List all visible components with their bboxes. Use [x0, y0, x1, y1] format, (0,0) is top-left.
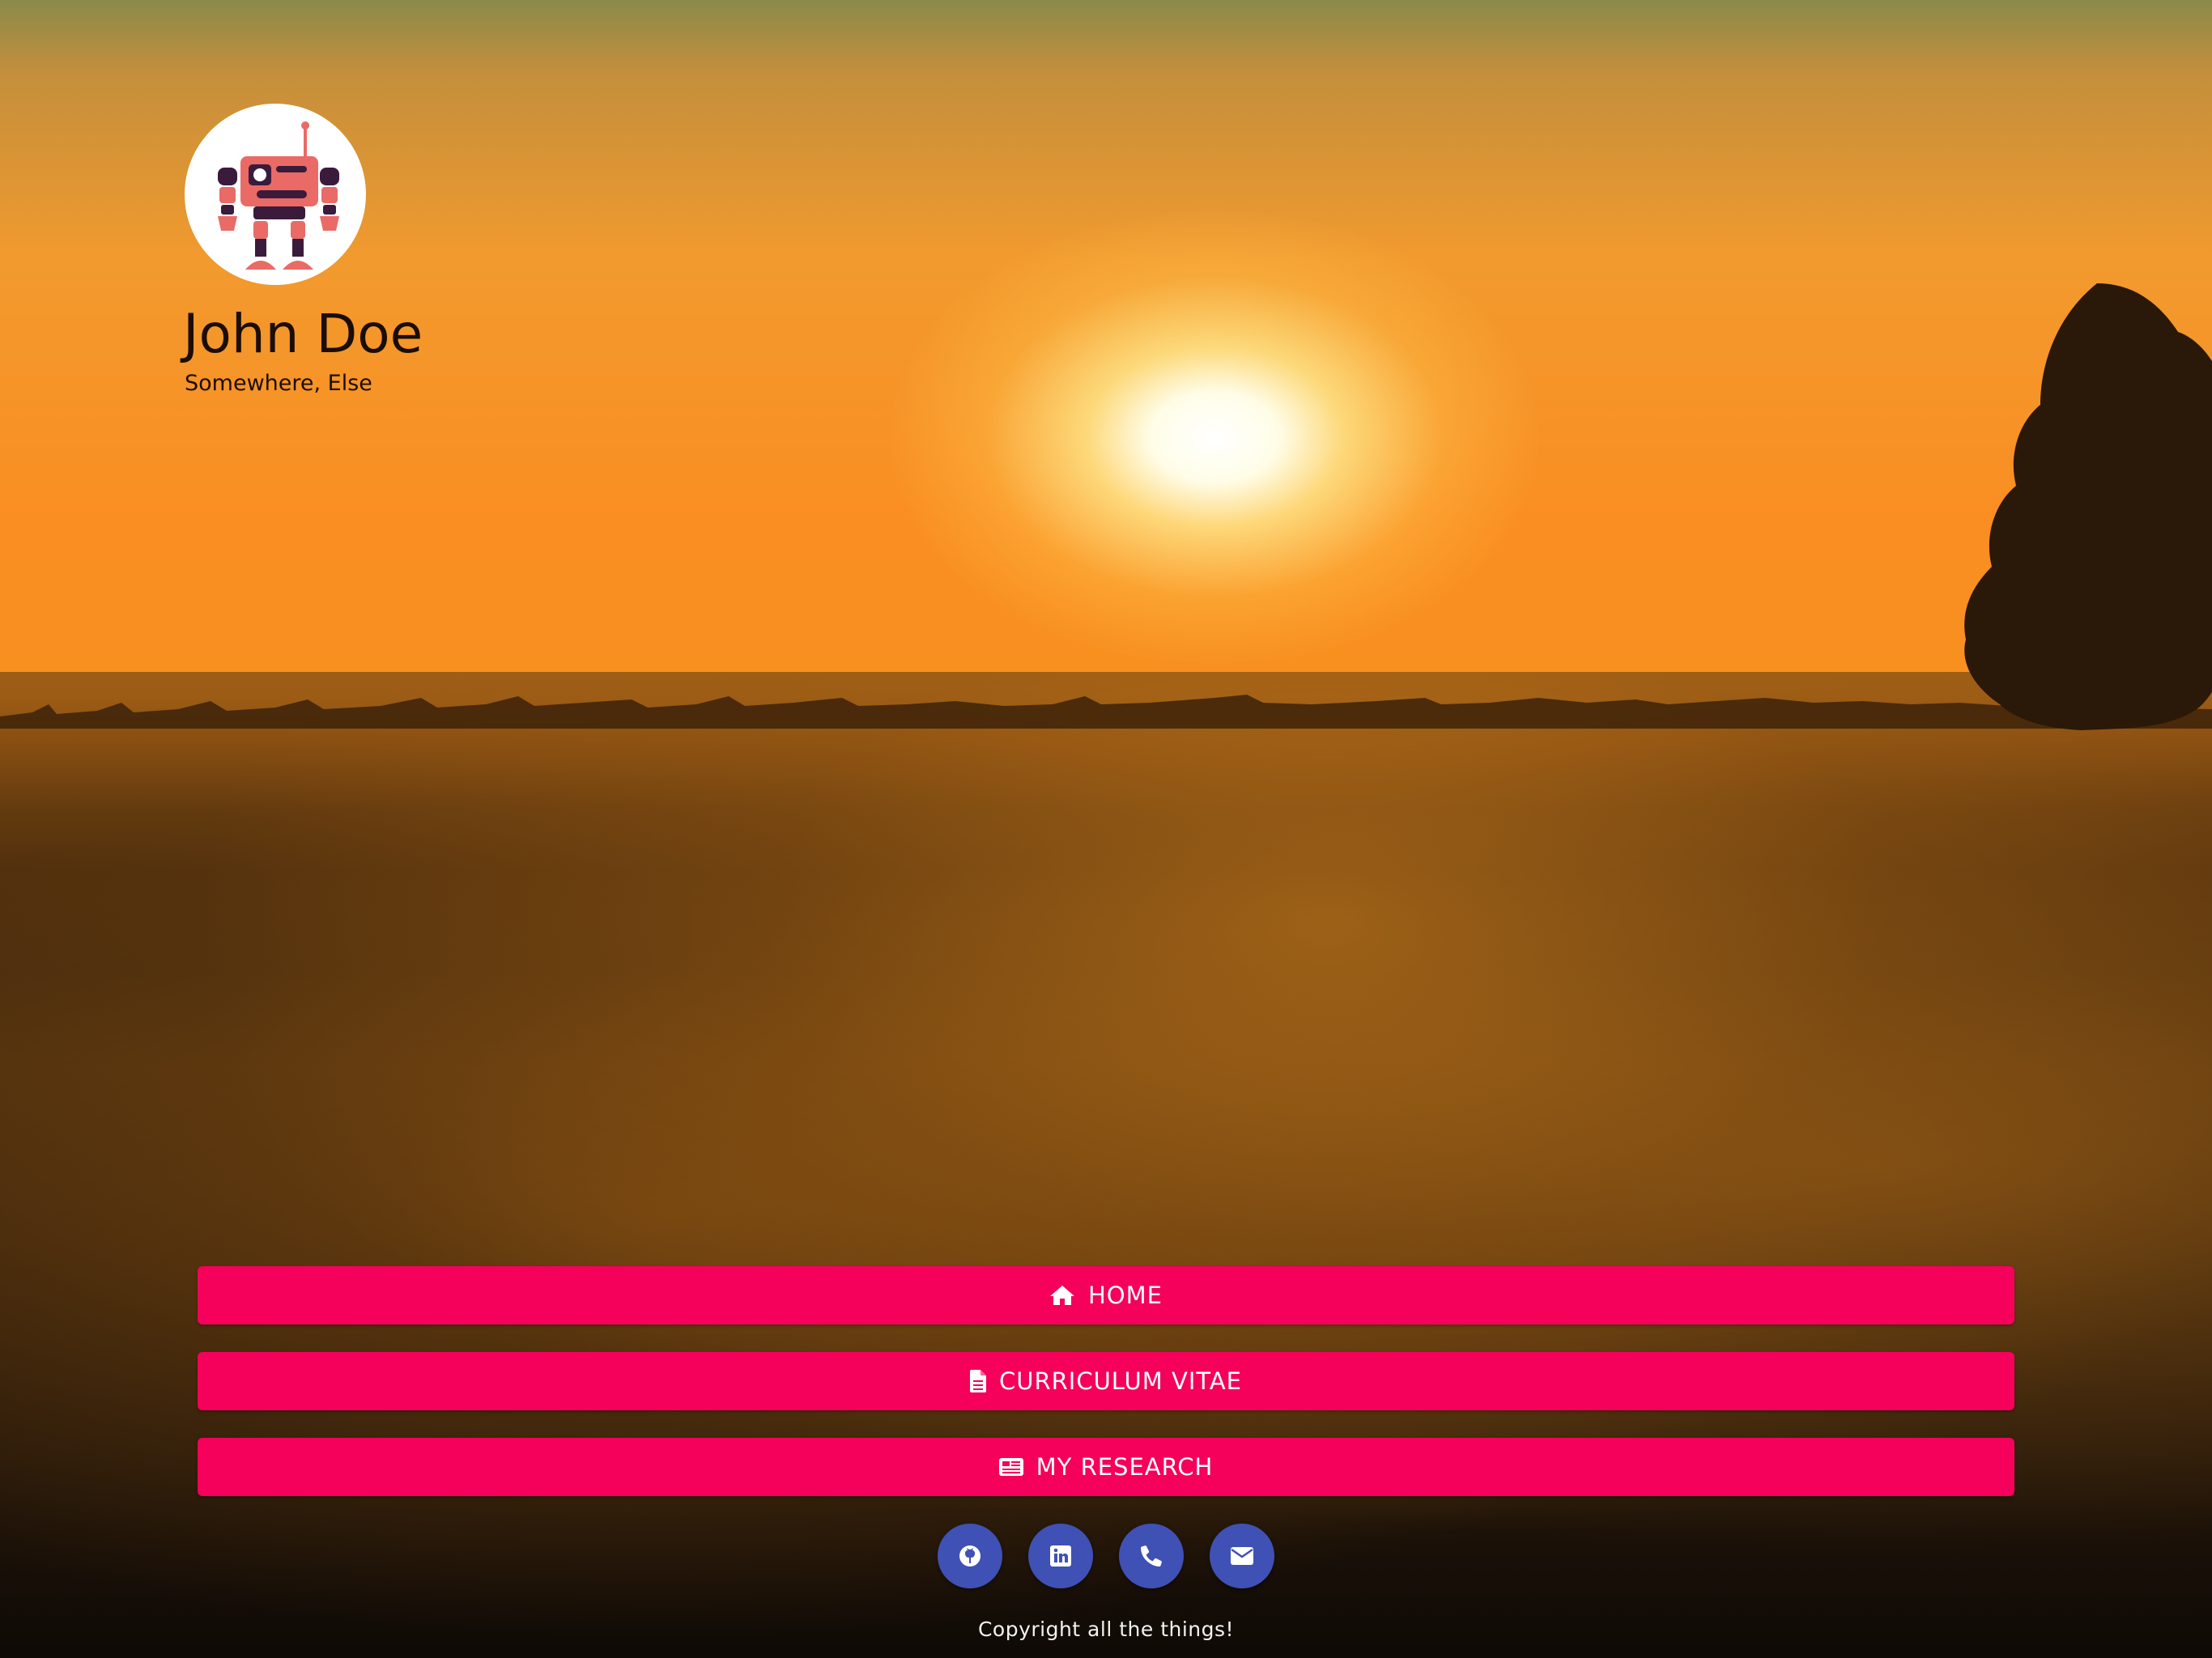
- avatar: [185, 104, 366, 285]
- profile-name: John Doe: [183, 303, 423, 365]
- nav-menu: HOME CURRICULUM VITAE MY RESEARCH: [198, 1266, 2014, 1524]
- file-icon: [970, 1370, 986, 1392]
- phone-icon: [1141, 1545, 1162, 1567]
- tree-silhouette: [1964, 283, 2212, 730]
- email-button[interactable]: [1210, 1524, 1274, 1588]
- profile-card: John Doe Somewhere, Else: [183, 104, 423, 396]
- horizon-treeline: [0, 695, 2212, 729]
- phone-button[interactable]: [1119, 1524, 1184, 1588]
- page: John Doe Somewhere, Else HOME CURRICULUM…: [0, 0, 2212, 1658]
- social-links: [0, 1524, 2212, 1588]
- my-research-button[interactable]: MY RESEARCH: [198, 1438, 2014, 1496]
- envelope-icon: [1231, 1547, 1253, 1565]
- curriculum-vitae-button-label: CURRICULUM VITAE: [999, 1367, 1242, 1395]
- robot-avatar-icon: [218, 121, 339, 270]
- newspaper-icon: [998, 1458, 1023, 1476]
- home-button[interactable]: HOME: [198, 1266, 2014, 1324]
- my-research-button-label: MY RESEARCH: [1036, 1453, 1214, 1481]
- curriculum-vitae-button[interactable]: CURRICULUM VITAE: [198, 1352, 2014, 1410]
- sun-glow: [891, 210, 1538, 664]
- github-icon: [959, 1545, 981, 1567]
- linkedin-icon: [1050, 1545, 1071, 1567]
- home-icon: [1049, 1285, 1075, 1306]
- copyright-text: Copyright all the things!: [977, 1618, 1235, 1641]
- home-button-label: HOME: [1088, 1282, 1163, 1309]
- github-button[interactable]: [938, 1524, 1002, 1588]
- profile-location: Somewhere, Else: [185, 371, 372, 396]
- linkedin-button[interactable]: [1028, 1524, 1093, 1588]
